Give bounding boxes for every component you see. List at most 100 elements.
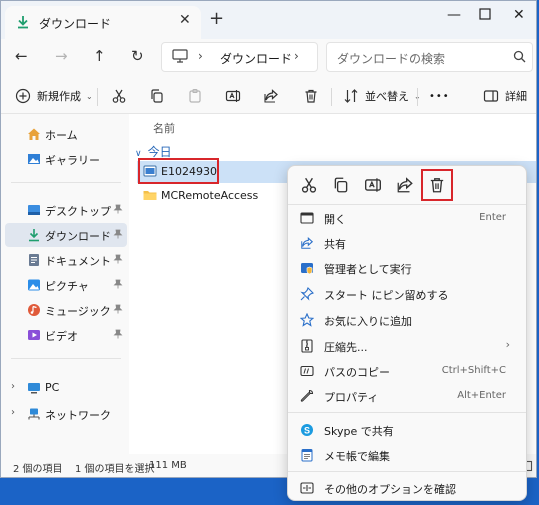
refresh-icon[interactable]: ↻ <box>131 49 144 64</box>
video-icon <box>28 330 40 340</box>
menu-item-label: 圧縮先... <box>324 341 368 354</box>
delete-button[interactable] <box>303 87 319 105</box>
navigation-bar: ← → ↑ ↻ › ダウンロード › ダウンロードの検索 <box>1 39 536 79</box>
divider <box>288 204 526 205</box>
sidebar-item-label: ネットワーク <box>45 409 111 422</box>
sidebar-item-label: ダウンロード <box>45 230 111 243</box>
sidebar-item-music[interactable]: ミュージック <box>1 298 129 322</box>
sidebar-item-videos[interactable]: ビデオ <box>1 323 129 347</box>
menu-item-add-favorite[interactable]: お気に入りに追加 <box>292 308 522 332</box>
navigation-pane: ホーム ギャラリー デスクトップ ダウンロード ドキュメント ピクチャ ミュージ… <box>1 114 129 454</box>
plus-circle-icon <box>15 88 31 104</box>
home-icon <box>28 128 40 140</box>
share-icon[interactable] <box>396 176 414 194</box>
pictures-icon <box>28 279 40 291</box>
maximize-icon[interactable] <box>479 8 491 20</box>
notepad-icon <box>301 449 313 462</box>
breadcrumb-downloads[interactable]: ダウンロード <box>220 50 292 67</box>
pc-icon <box>172 49 188 63</box>
menu-item-run-as-admin[interactable]: 管理者として実行 <box>292 256 522 280</box>
menu-item-compress[interactable]: 圧縮先... › <box>292 334 522 358</box>
menu-item-label: 開く <box>324 213 346 226</box>
forward-icon[interactable]: → <box>55 49 68 64</box>
sidebar-item-label: デスクトップ <box>45 205 111 218</box>
details-button[interactable]: 詳細 <box>483 87 527 105</box>
sidebar-item-network[interactable]: › ネットワーク <box>1 402 129 426</box>
sort-button[interactable]: 並べ替え ⌄ <box>343 87 421 105</box>
sidebar-item-label: PC <box>45 381 60 394</box>
menu-item-shortcut: Alt+Enter <box>457 390 506 401</box>
copy-button[interactable] <box>149 87 165 105</box>
close-window-icon[interactable]: ✕ <box>513 7 525 23</box>
menu-item-properties[interactable]: プロパティ Alt+Enter <box>292 384 522 408</box>
share-button[interactable] <box>263 87 279 105</box>
menu-item-share[interactable]: 共有 <box>292 231 522 255</box>
menu-item-shortcut: Enter <box>479 212 506 223</box>
chevron-right-icon[interactable]: › <box>11 407 15 418</box>
sidebar-item-pictures[interactable]: ピクチャ <box>1 273 129 297</box>
back-icon[interactable]: ← <box>15 49 28 64</box>
search-icon <box>513 50 526 63</box>
pc-icon <box>28 383 40 394</box>
more-options-button[interactable]: ••• <box>429 87 450 105</box>
new-button[interactable]: 新規作成 ⌄ <box>15 87 93 105</box>
breadcrumb-chevron-icon[interactable]: › <box>294 49 299 63</box>
menu-item-label: その他のオプションを確認 <box>324 483 456 496</box>
pin-icon <box>113 204 123 214</box>
chevron-right-icon[interactable]: › <box>11 381 15 392</box>
menu-item-shortcut: Ctrl+Shift+C <box>441 365 506 376</box>
rename-button[interactable] <box>225 87 241 105</box>
copy-icon <box>151 89 163 103</box>
menu-item-label: Skype で共有 <box>324 425 394 438</box>
rename-icon <box>225 90 241 102</box>
sidebar-item-desktop[interactable]: デスクトップ <box>1 198 129 222</box>
pin-icon <box>300 287 314 301</box>
search-box[interactable]: ダウンロードの検索 <box>326 42 533 72</box>
wrench-icon <box>300 389 314 402</box>
sidebar-item-home[interactable]: ホーム <box>1 122 129 146</box>
scissors-icon[interactable] <box>300 176 318 194</box>
sidebar-item-downloads[interactable]: ダウンロード <box>5 223 127 247</box>
tab-downloads[interactable]: ダウンロード ✕ <box>5 6 201 39</box>
skype-icon: S <box>301 424 313 436</box>
menu-item-label: スタート にピン留めする <box>324 289 449 302</box>
rename-icon[interactable] <box>364 176 382 194</box>
close-tab-icon[interactable]: ✕ <box>179 12 191 28</box>
menu-item-edit-notepad[interactable]: メモ帳で編集 <box>292 443 522 467</box>
column-header-name[interactable]: 名前 <box>153 120 175 136</box>
menu-item-pin-to-start[interactable]: スタート にピン留めする <box>292 282 522 306</box>
paste-button[interactable] <box>187 87 203 105</box>
pin-icon <box>113 329 123 339</box>
divider <box>97 88 98 106</box>
breadcrumb-chevron-icon: › <box>198 49 203 63</box>
menu-item-skype-share[interactable]: S Skype で共有 <box>292 418 522 442</box>
address-bar[interactable]: › ダウンロード › <box>161 42 318 72</box>
sidebar-item-gallery[interactable]: ギャラリー <box>1 147 129 171</box>
star-icon <box>300 313 314 327</box>
menu-item-more-options[interactable]: その他のオプションを確認 <box>292 476 522 500</box>
divider <box>11 358 121 359</box>
sidebar-item-label: ピクチャ <box>45 280 89 293</box>
file-name: MCRemoteAccess <box>161 189 259 202</box>
gallery-icon <box>28 154 40 164</box>
chevron-right-icon: › <box>505 338 510 351</box>
up-icon[interactable]: ↑ <box>93 49 106 64</box>
sidebar-item-pc[interactable]: › PC <box>1 376 129 400</box>
copy-icon[interactable] <box>332 176 350 194</box>
cut-button[interactable] <box>111 87 127 105</box>
folder-icon <box>143 191 157 200</box>
zip-icon <box>301 339 313 353</box>
menu-item-open[interactable]: 開く Enter <box>292 206 522 230</box>
share-icon <box>301 237 314 249</box>
command-bar: 新規作成 ⌄ 並べ替え ⌄ ••• 詳細 <box>1 79 536 114</box>
menu-item-label: 共有 <box>324 238 346 251</box>
new-tab-button[interactable]: + <box>209 10 224 28</box>
pin-icon <box>113 229 123 239</box>
scissors-icon <box>112 89 126 103</box>
selection-size: 111 MB <box>149 460 187 471</box>
minimize-icon[interactable]: — <box>447 7 461 23</box>
divider <box>331 88 332 106</box>
pin-icon <box>113 279 123 289</box>
sidebar-item-documents[interactable]: ドキュメント <box>1 248 129 272</box>
menu-item-copy-path[interactable]: パスのコピー Ctrl+Shift+C <box>292 359 522 383</box>
